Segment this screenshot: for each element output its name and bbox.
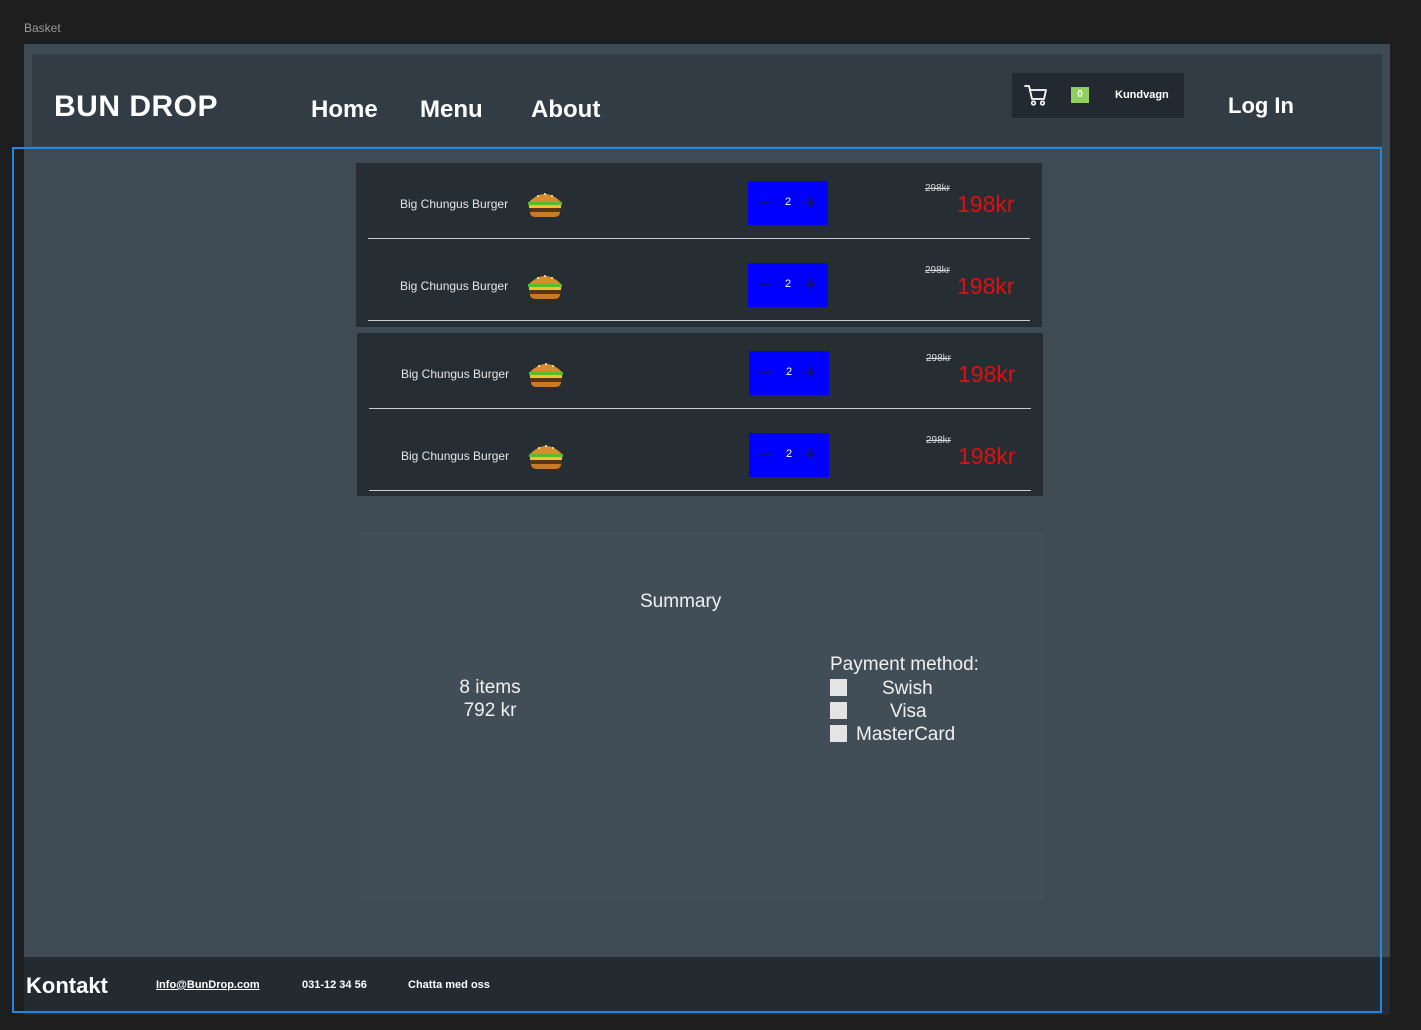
- cart-group: Big Chungus Burger − 2 + 298kr 198kr Big…: [356, 163, 1042, 327]
- burger-icon: [528, 275, 562, 299]
- sale-price: 198kr: [957, 191, 1015, 217]
- quantity-stepper: − 2 +: [748, 263, 828, 307]
- item-name: Big Chungus Burger: [401, 367, 510, 381]
- original-price: 298kr: [926, 435, 952, 446]
- nav-home[interactable]: Home: [311, 96, 378, 124]
- site-footer: Kontakt Info@BunDrop.com 031-12 34 56 Ch…: [24, 957, 1390, 1015]
- page-frame: BUN DROP Home Menu About 0 Kundvagn Log …: [24, 44, 1390, 1015]
- footer-phone: 031-12 34 56: [302, 979, 367, 991]
- original-price: 298kr: [926, 353, 952, 364]
- item-name: Big Chungus Burger: [400, 197, 509, 211]
- quantity-value: 2: [784, 278, 792, 290]
- cart-count-badge: 0: [1071, 87, 1089, 103]
- footer-title: Kontakt: [26, 973, 108, 998]
- cart-group: Big Chungus Burger − 2 + 298kr 198kr Big…: [357, 333, 1043, 496]
- frame-label: Basket: [24, 21, 61, 35]
- payment-option-mastercard[interactable]: MasterCard: [830, 724, 990, 745]
- original-price: 298kr: [925, 265, 951, 276]
- quantity-stepper: − 2 +: [749, 433, 829, 477]
- item-name: Big Chungus Burger: [401, 449, 510, 463]
- item-name: Big Chungus Burger: [400, 279, 509, 293]
- row-divider: [369, 408, 1031, 409]
- increase-quantity-button[interactable]: +: [800, 273, 820, 295]
- swish-checkbox[interactable]: [830, 679, 847, 696]
- increase-quantity-button[interactable]: +: [801, 361, 821, 383]
- original-price: 298kr: [925, 183, 951, 194]
- login-link[interactable]: Log In: [1228, 93, 1294, 119]
- cart-row: Big Chungus Burger − 2 + 298kr 198kr: [357, 415, 1043, 497]
- decrease-quantity-button[interactable]: −: [755, 443, 775, 465]
- cart-row: Big Chungus Burger − 2 + 298kr 198kr: [356, 245, 1042, 327]
- cart-row: Big Chungus Burger − 2 + 298kr 198kr: [356, 163, 1042, 245]
- total-price: 792 kr: [463, 700, 517, 721]
- quantity-value: 2: [785, 448, 793, 460]
- payment-option-visa[interactable]: Visa: [830, 701, 990, 722]
- increase-quantity-button[interactable]: +: [800, 191, 820, 213]
- decrease-quantity-button[interactable]: −: [754, 273, 774, 295]
- payment-option-label: Visa: [890, 701, 927, 722]
- increase-quantity-button[interactable]: +: [801, 443, 821, 465]
- mastercard-checkbox[interactable]: [830, 725, 847, 742]
- row-divider: [368, 238, 1030, 239]
- sale-price: 198kr: [958, 361, 1016, 387]
- payment-option-swish[interactable]: Swish: [830, 678, 990, 699]
- footer-chat-link[interactable]: Chatta med oss: [408, 979, 490, 991]
- summary-totals: 8 items 792 kr: [440, 676, 540, 722]
- quantity-value: 2: [785, 366, 793, 378]
- item-count: 8 items: [459, 677, 521, 698]
- sale-price: 198kr: [958, 443, 1016, 469]
- payment-method-title: Payment method:: [830, 654, 979, 675]
- quantity-stepper: − 2 +: [748, 181, 828, 225]
- cart-button[interactable]: 0 Kundvagn: [1012, 73, 1184, 118]
- visa-checkbox[interactable]: [830, 702, 847, 719]
- sale-price: 198kr: [957, 273, 1015, 299]
- burger-icon: [528, 193, 562, 217]
- burger-icon: [529, 445, 563, 469]
- summary-panel: Summary 8 items 792 kr Payment method: S…: [360, 532, 1044, 902]
- cart-icon: [1024, 85, 1047, 106]
- nav-about[interactable]: About: [531, 96, 600, 124]
- burger-icon: [529, 363, 563, 387]
- site-logo[interactable]: BUN DROP: [54, 90, 218, 124]
- quantity-value: 2: [784, 196, 792, 208]
- decrease-quantity-button[interactable]: −: [755, 361, 775, 383]
- site-header: BUN DROP Home Menu About 0 Kundvagn Log …: [32, 54, 1382, 146]
- cart-label: Kundvagn: [1115, 89, 1169, 101]
- footer-email-link[interactable]: Info@BunDrop.com: [156, 979, 260, 991]
- summary-title: Summary: [640, 591, 722, 612]
- payment-option-label: MasterCard: [856, 724, 956, 745]
- cart-row: Big Chungus Burger − 2 + 298kr 198kr: [357, 333, 1043, 415]
- quantity-stepper: − 2 +: [749, 351, 829, 395]
- payment-option-label: Swish: [882, 678, 933, 699]
- row-divider: [369, 490, 1031, 491]
- row-divider: [368, 320, 1030, 321]
- decrease-quantity-button[interactable]: −: [754, 191, 774, 213]
- nav-menu[interactable]: Menu: [420, 96, 483, 124]
